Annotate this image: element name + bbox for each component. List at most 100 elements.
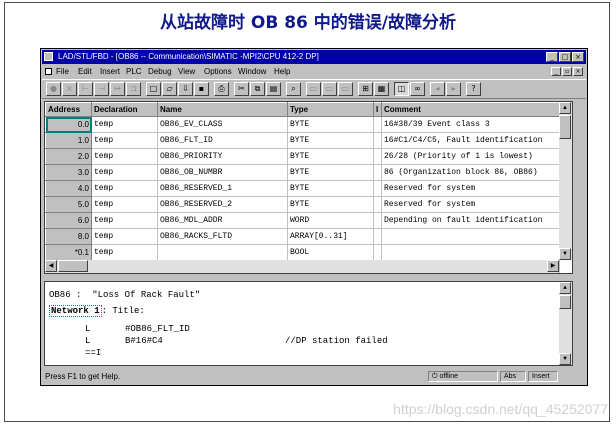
close-button[interactable]: × — [572, 52, 584, 62]
document-icon[interactable] — [45, 68, 52, 75]
paste-icon[interactable]: ▤ — [266, 82, 281, 96]
cell-initial[interactable] — [373, 212, 382, 229]
cell-declaration[interactable]: temp — [91, 148, 158, 165]
cell-comment[interactable]: 16#38/39 Event class 3 — [381, 116, 560, 133]
cell-type[interactable]: BYTE — [287, 132, 374, 149]
cell-type[interactable]: ARRAY[0..31] — [287, 228, 374, 245]
table-row[interactable]: 6.0 temp OB86_MDL_ADDR WORD Depending on fau… — [45, 212, 560, 229]
code-operand-2[interactable]: B#16#C4 — [125, 336, 163, 346]
stl-code-editor[interactable]: OB86 : "Loss Of Rack Fault" Network 1: T… — [44, 281, 573, 366]
table-vertical-scrollbar[interactable]: ▲ ▼ — [559, 102, 572, 260]
table-row[interactable]: 4.0 temp OB86_RESERVED_1 BYTE Reserved for s… — [45, 180, 560, 197]
code-op-3[interactable]: ==I — [85, 348, 101, 358]
cell-initial[interactable] — [373, 148, 382, 165]
cell-address[interactable]: 1.0 — [45, 132, 92, 149]
cell-type[interactable]: BYTE — [287, 164, 374, 181]
header-initial[interactable]: I — [373, 102, 382, 117]
code-operand-1[interactable]: #OB86_FLT_ID — [125, 324, 190, 334]
header-type[interactable]: Type — [287, 102, 374, 117]
cell-declaration[interactable]: temp — [91, 132, 158, 149]
save-icon[interactable]: ▪ — [194, 82, 209, 96]
cell-address[interactable]: 5.0 — [45, 196, 92, 213]
scroll-up-arrow-icon[interactable]: ▲ — [559, 102, 571, 114]
help-icon[interactable]: ? — [466, 82, 481, 96]
menu-edit[interactable]: Edit — [78, 65, 92, 78]
cell-comment[interactable]: 16#C1/C4/C5, Fault identification — [381, 132, 560, 149]
cell-comment[interactable]: 26/28 (Priority of 1 is lowest) — [381, 148, 560, 165]
download-icon[interactable]: ⇩ — [178, 82, 193, 96]
table-row[interactable]: 2.0 temp OB86_PRIORITY BYTE 26/28 (Priority … — [45, 148, 560, 165]
cell-initial[interactable] — [373, 132, 382, 149]
cell-type[interactable]: BYTE — [287, 116, 374, 133]
hardware-icon[interactable]: ▦ — [374, 82, 389, 96]
cell-type[interactable]: BYTE — [287, 148, 374, 165]
cell-name[interactable]: OB86_MDL_ADDR — [157, 212, 288, 229]
child-close-button[interactable]: × — [573, 67, 583, 76]
cell-address[interactable]: *0.1 — [45, 244, 92, 261]
menu-view[interactable]: View — [178, 65, 195, 78]
branch-close-icon[interactable]: ⊣ — [94, 82, 109, 96]
branch-open-icon[interactable]: ⊢ — [78, 82, 93, 96]
menu-options[interactable]: Options — [204, 65, 232, 78]
cell-name[interactable]: OB86_EV_CLASS — [157, 116, 288, 133]
menu-help[interactable]: Help — [274, 65, 290, 78]
cell-declaration[interactable]: temp — [91, 196, 158, 213]
cell-declaration[interactable]: temp — [91, 244, 158, 261]
table-vscroll-thumb[interactable] — [559, 115, 571, 139]
cell-initial[interactable] — [373, 228, 382, 245]
table-hscroll-thumb[interactable] — [58, 260, 88, 272]
header-declaration[interactable]: Declaration — [91, 102, 158, 117]
menu-debug[interactable]: Debug — [148, 65, 172, 78]
menu-window[interactable]: Window — [238, 65, 266, 78]
minimize-button[interactable]: _ — [546, 52, 558, 62]
cell-type[interactable]: BYTE — [287, 180, 374, 197]
cell-declaration[interactable]: temp — [91, 212, 158, 229]
cell-name[interactable]: OB86_RESERVED_1 — [157, 180, 288, 197]
child-restore-button[interactable]: ▫ — [562, 67, 572, 76]
cell-type[interactable]: BYTE — [287, 196, 374, 213]
cell-name[interactable]: OB86_PRIORITY — [157, 148, 288, 165]
table-row[interactable]: 3.0 temp OB86_OB_NUMBR BYTE 86 (Organization… — [45, 164, 560, 181]
cell-address[interactable]: 8.0 — [45, 228, 92, 245]
mode-fbd-icon[interactable]: ▭ — [338, 82, 353, 96]
cell-name[interactable]: OB86_RACKS_FLTD — [157, 228, 288, 245]
cut-icon[interactable]: ✂ — [234, 82, 249, 96]
network-label[interactable]: Network 1 — [49, 305, 102, 317]
cell-declaration[interactable]: temp — [91, 116, 158, 133]
code-op-2[interactable]: L — [85, 336, 90, 346]
monitor-icon[interactable]: ◫ — [394, 82, 409, 96]
cell-declaration[interactable]: temp — [91, 180, 158, 197]
table-row[interactable]: 5.0 temp OB86_RESERVED_2 BYTE Reserved for s… — [45, 196, 560, 213]
mode-lad-icon[interactable]: ▭ — [306, 82, 321, 96]
cell-comment[interactable] — [381, 244, 560, 261]
cell-address[interactable]: 4.0 — [45, 180, 92, 197]
menu-insert[interactable]: Insert — [100, 65, 120, 78]
window-titlebar[interactable]: LAD/STL/FBD - [OB86 -- Communication\SIM… — [42, 50, 586, 64]
header-address[interactable]: Address — [45, 102, 92, 117]
scroll-right-arrow-icon[interactable]: ▶ — [547, 260, 559, 272]
cell-name[interactable]: OB86_OB_NUMBR — [157, 164, 288, 181]
copy-icon[interactable]: ⧉ — [250, 82, 265, 96]
app-icon[interactable] — [44, 52, 53, 61]
scroll-left-arrow-icon[interactable]: ◀ — [45, 260, 57, 272]
table-row[interactable]: 8.0 temp OB86_RACKS_FLTD ARRAY[0..31] — [45, 228, 560, 245]
new-icon[interactable]: □ — [146, 82, 161, 96]
find-icon[interactable]: ⌕ — [286, 82, 301, 96]
code-comment-2[interactable]: //DP station failed — [285, 336, 388, 346]
code-vertical-scrollbar[interactable]: ▲ ▼ — [559, 282, 572, 365]
maximize-button[interactable]: □ — [559, 52, 571, 62]
cell-address[interactable]: 6.0 — [45, 212, 92, 229]
coil-icon[interactable]: ⊐ — [126, 82, 141, 96]
cell-initial[interactable] — [373, 180, 382, 197]
cell-initial[interactable] — [373, 244, 382, 261]
child-minimize-button[interactable]: _ — [551, 67, 561, 76]
connect-icon[interactable]: ↦ — [110, 82, 125, 96]
back-icon[interactable]: ◂ — [430, 82, 445, 96]
header-comment[interactable]: Comment — [381, 102, 560, 117]
cell-declaration[interactable]: temp — [91, 228, 158, 245]
header-name[interactable]: Name — [157, 102, 288, 117]
cell-address[interactable]: 2.0 — [45, 148, 92, 165]
mode-stl-icon[interactable]: ▭ — [322, 82, 337, 96]
module-info-icon[interactable]: ⊞ — [358, 82, 373, 96]
table-horizontal-scrollbar[interactable]: ◀ ▶ — [45, 260, 559, 273]
